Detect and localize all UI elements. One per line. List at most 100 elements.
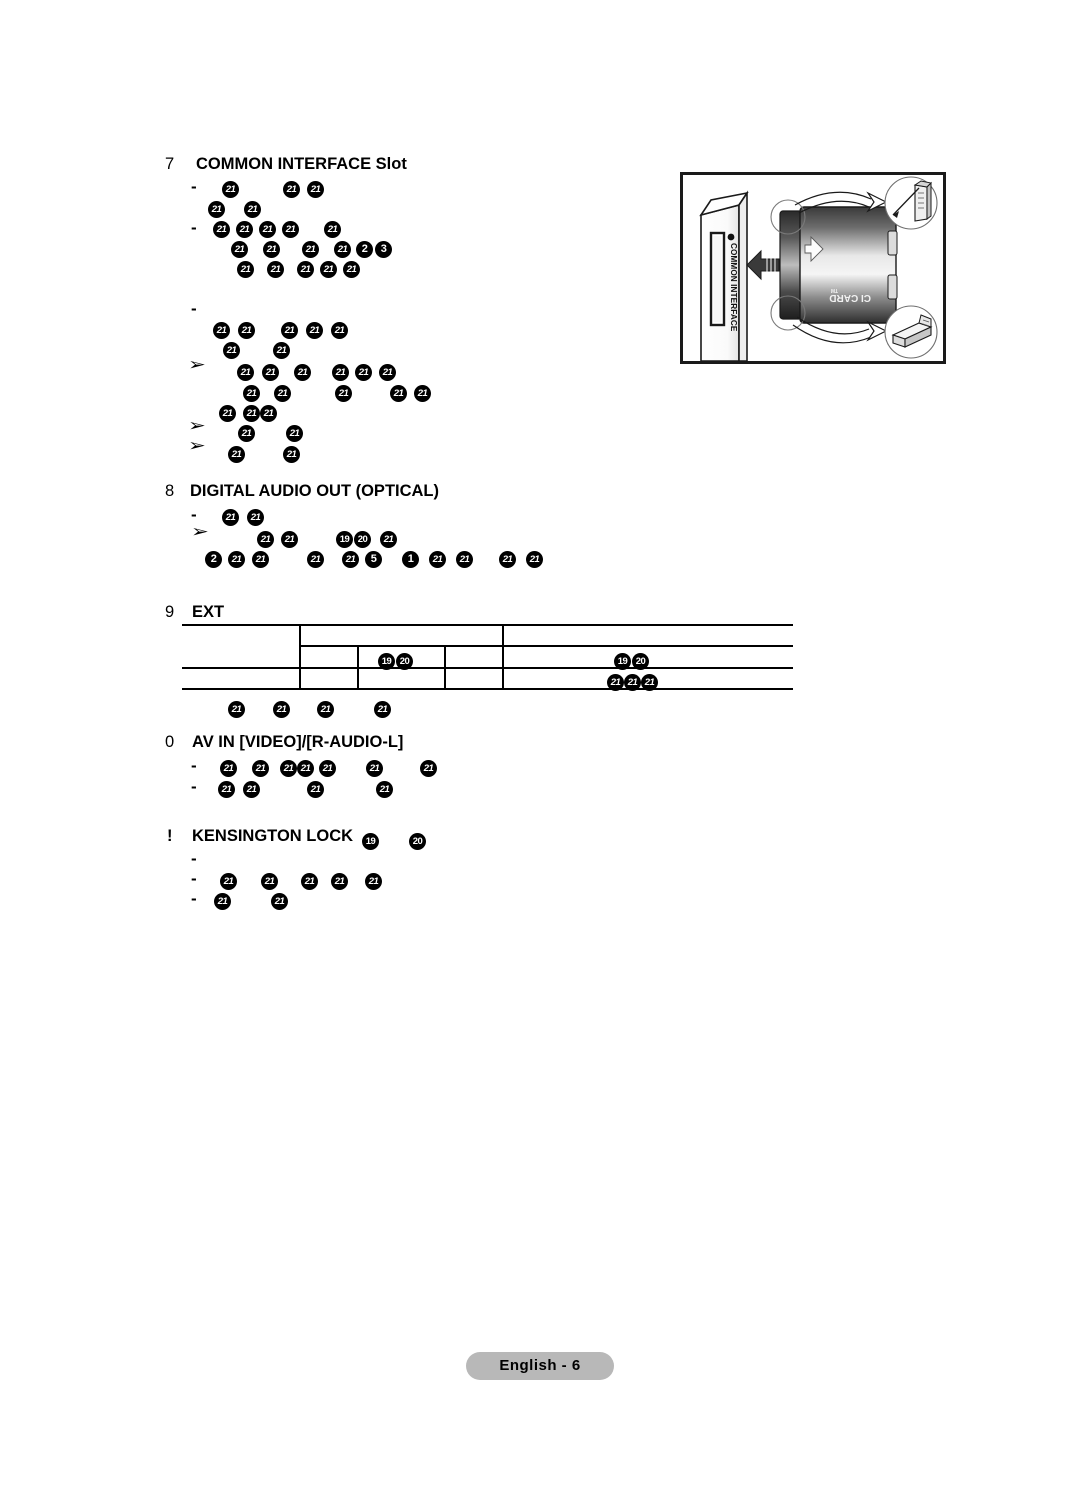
bullet-dash: - [191,756,197,775]
glyph-row: 21 21 21 [222,176,324,198]
table-rule [182,667,793,669]
bullet-arrow: ➢ [188,416,206,436]
callout-arrowhead-bottom [866,320,888,342]
glyph-row: 21 21 21 21 21 [220,868,382,890]
card-label-trademark: TM [831,287,838,293]
glyph-row: 21 21 21 21 21 [213,216,341,238]
circled-number-21: 21 [414,385,431,402]
tv-side-panel [699,190,749,361]
insertion-arrow-icon [746,249,780,281]
circled-number-21: 21 [294,364,311,381]
circled-number-21: 21 [237,261,254,278]
circled-number-21: 21 [374,701,391,718]
bullet-dash: - [191,777,197,796]
circled-number-21: 21 [499,551,516,568]
glyph-row: 21 21 21 21 [228,696,391,718]
table-cell-glyphs: 21 21 21 [607,669,658,691]
glyph-row: 21 21 21 21 21 21 [237,359,396,381]
circled-number-21: 21 [252,760,269,777]
circled-number-21: 21 [220,760,237,777]
circled-number-20: 20 [396,653,413,670]
circled-number-2: 2 [205,551,222,568]
glyph-row: 21 21 [223,337,290,359]
circled-number-21: 21 [332,364,349,381]
circled-number-21: 21 [456,551,473,568]
circled-number-21: 21 [366,760,383,777]
circled-number-21: 21 [526,551,543,568]
section-title-digital-audio-out: DIGITAL AUDIO OUT (OPTICAL) [190,482,440,500]
bullet-dash: - [191,177,197,196]
circled-number-21: 21 [379,364,396,381]
glyph-row: 21 21 21 21 [218,776,393,798]
circled-number-21: 21 [228,701,245,718]
circled-number-21: 21 [271,893,288,910]
circled-number-21: 21 [267,261,284,278]
ci-card-insertion-diagram: COMMON INTERFACE CI CARD TM [680,172,946,364]
section-marker-11: ! [167,827,173,845]
circled-number-21: 21 [365,873,382,890]
circled-number-5: 5 [365,551,382,568]
bullet-arrow: ➢ [188,436,206,456]
circled-number-21: 21 [237,364,254,381]
circled-number-21: 21 [342,551,359,568]
circled-number-21: 21 [355,364,372,381]
bullet-dash: - [191,869,197,888]
glyph-row: 21 21 [208,196,261,218]
glyph-row: 21 21 21 21 21 [237,256,360,278]
glyph-row: 21 21 [238,420,303,442]
circled-number-19: 19 [362,833,379,850]
circled-number-21: 21 [238,425,255,442]
table-rule [182,624,793,626]
circled-number-20: 20 [632,653,649,670]
circled-number-21: 21 [297,261,314,278]
ci-card: CI CARD TM [779,206,898,324]
ext-table: 19 20 19 20 21 21 21 [182,624,793,691]
circled-number-3: 3 [375,241,392,258]
circled-number-21: 21 [301,873,318,890]
circled-number-21: 21 [317,701,334,718]
circled-number-21: 21 [607,674,624,691]
circled-number-21: 21 [306,322,323,339]
circled-number-21: 21 [214,893,231,910]
circled-number-21: 21 [228,551,245,568]
circled-number-21: 21 [307,781,324,798]
circled-number-21: 21 [280,760,297,777]
circled-number-21: 21 [283,181,300,198]
manual-page: 7 COMMON INTERFACE Slot - 21 21 21 21 21 - … [0,0,1080,1486]
circled-number-21: 21 [331,322,348,339]
glyph-row: 21 21 19 20 21 [257,526,397,548]
circled-number-19: 19 [614,653,631,670]
table-rule [182,688,793,690]
glyph-row: 21 21 21 21 21 21 21 [220,755,437,777]
page-footer: English - 6 [466,1352,614,1380]
bullet-dash: - [191,889,197,908]
glyph-row: 21 21 [222,504,264,526]
circled-number-19: 19 [378,653,395,670]
circled-number-21: 21 [343,261,360,278]
bullet-dash: - [191,505,197,524]
circled-number-21: 21 [286,425,303,442]
section-title-ext: EXT [192,603,225,621]
circled-number-21: 21 [297,760,314,777]
section-title-av-in: AV IN [VIDEO]/[R-AUDIO-L] [192,733,404,751]
circled-number-21: 21 [228,446,245,463]
bullet-dash: - [191,849,197,868]
panel-label-common-interface: COMMON INTERFACE [729,243,738,332]
circled-number-21: 21 [218,781,235,798]
circled-number-21: 21 [624,674,641,691]
circled-number-21: 21 [213,221,230,238]
circled-number-21: 21 [319,760,336,777]
circled-number-21: 21 [331,873,348,890]
circled-number-21: 21 [247,509,264,526]
circled-number-21: 21 [273,701,290,718]
circled-number-21: 21 [219,405,236,422]
table-cell-glyphs: 19 20 [378,648,413,670]
circled-number-21: 21 [376,781,393,798]
table-rule [502,624,504,688]
circled-number-21: 21 [335,385,352,402]
table-rule [299,624,301,688]
glyph-row: 21 21 [214,888,288,910]
table-rule [299,645,793,647]
circled-number-20: 20 [409,833,426,850]
circled-number-21: 21 [420,760,437,777]
